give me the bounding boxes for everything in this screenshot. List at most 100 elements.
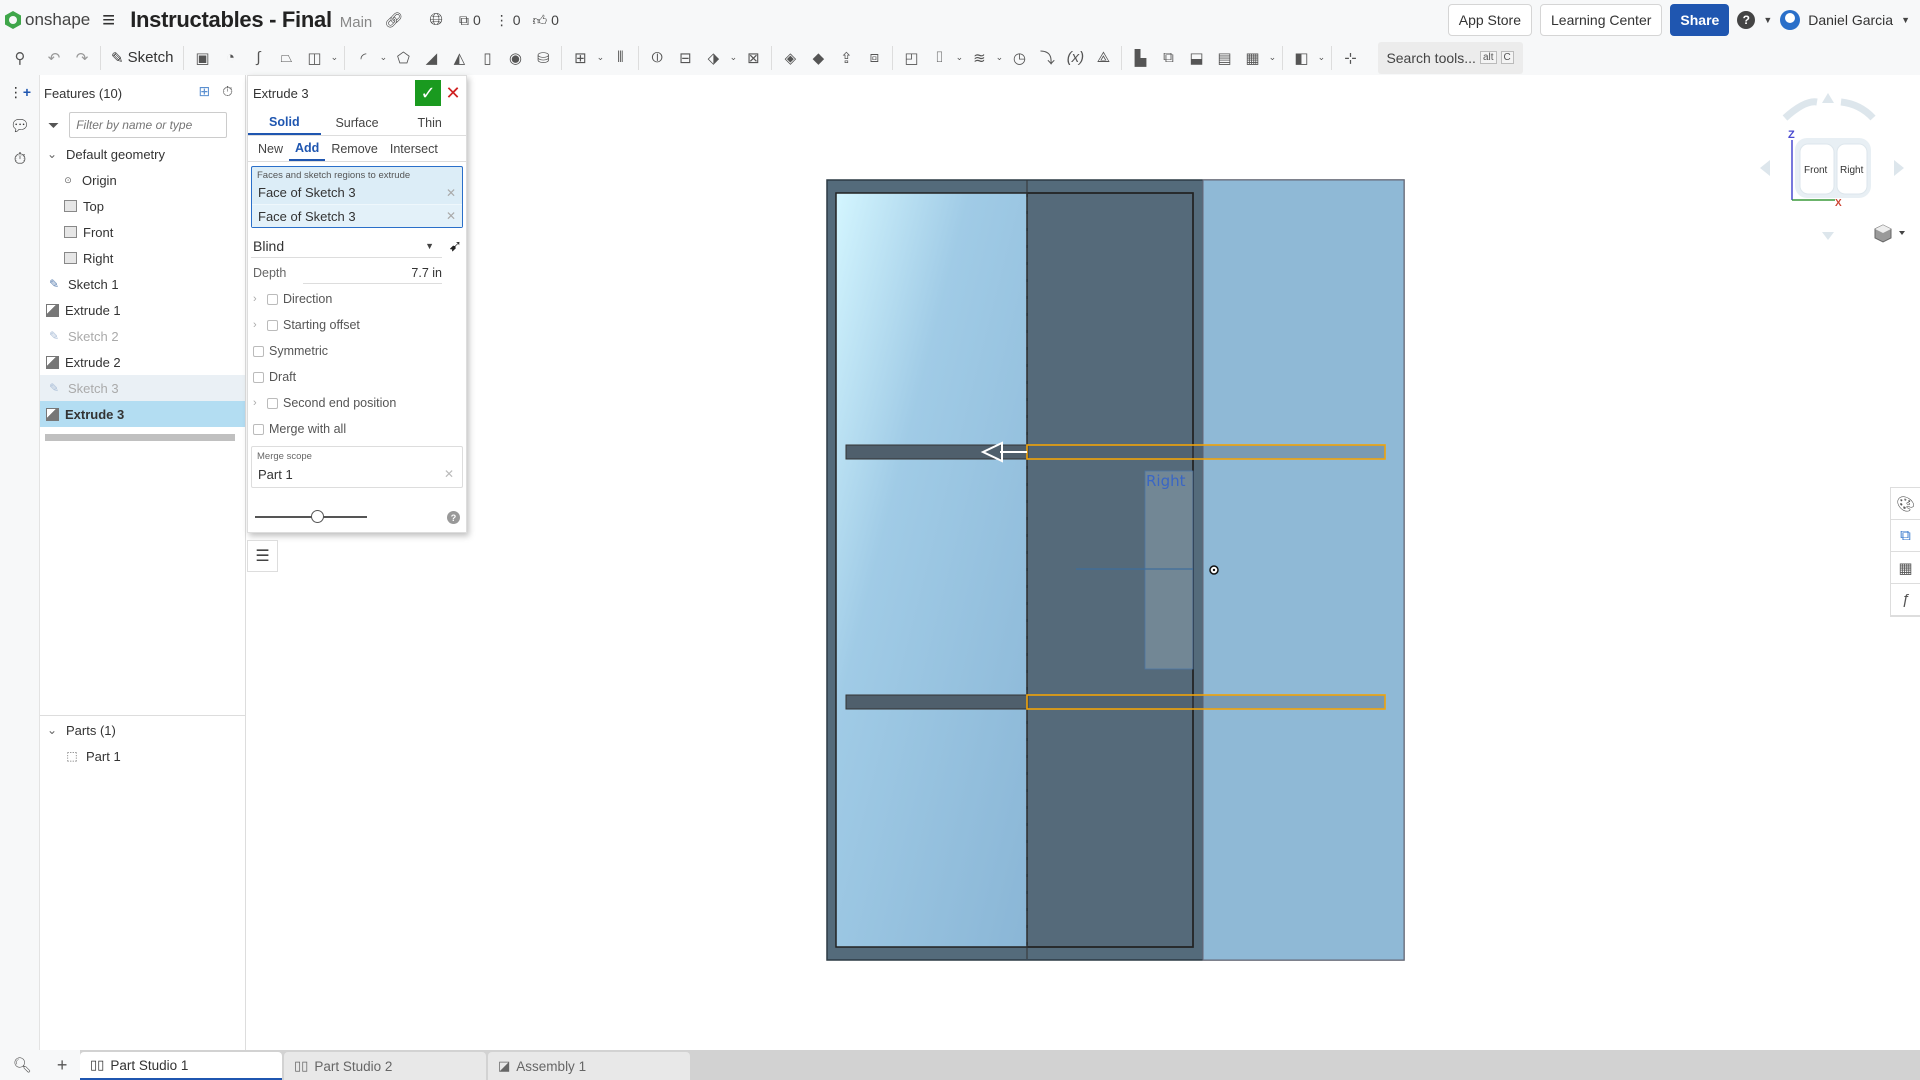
add-custom-feature-icon[interactable]: ⊹ <box>1336 44 1364 72</box>
option-direction[interactable]: › Direction <box>248 286 466 312</box>
dropdown-icon[interactable]: ⌄ <box>993 44 1005 72</box>
option-second-end[interactable]: › Second end position <box>248 390 466 416</box>
right-plane[interactable] <box>1144 470 1194 670</box>
split-icon[interactable]: ⊟ <box>671 44 699 72</box>
flange-icon[interactable]: ⬓ <box>1182 44 1210 72</box>
dropdown-icon[interactable]: ⌄ <box>328 44 340 72</box>
feature-list-icon[interactable]: ☰ <box>247 540 278 572</box>
mate-connector-icon[interactable]: ⌷ <box>925 44 953 72</box>
branches-button[interactable]: ⋮ 0 <box>495 12 521 29</box>
depth-field[interactable]: Depth 7.7 in <box>248 260 466 286</box>
symmetric-checkbox[interactable] <box>253 345 264 357</box>
performance-timer-icon[interactable]: ⏱︎ <box>0 143 40 177</box>
rotate-down-arrow-icon[interactable] <box>1822 232 1834 240</box>
tab-assembly-1[interactable]: ◪ Assembly 1 <box>488 1052 690 1080</box>
tree-item-origin[interactable]: ⊙ Origin <box>40 167 245 193</box>
help-icon[interactable]: ? <box>1737 11 1756 29</box>
new-folder-icon[interactable]: ⊞ <box>198 83 210 100</box>
tree-item-sketch-1[interactable]: ✎ Sketch 1 <box>40 271 245 297</box>
user-name[interactable]: Daniel Garcia <box>1808 12 1893 28</box>
link-icon[interactable]: 🔗︎ <box>384 11 403 29</box>
detail-slider[interactable] <box>255 510 367 523</box>
variable-icon[interactable]: (x) <box>1061 44 1089 72</box>
rotate-right-arc-icon[interactable] <box>1840 98 1876 121</box>
accept-button[interactable]: ✓ <box>415 80 441 106</box>
op-intersect[interactable]: Intersect <box>384 136 444 161</box>
versions-button[interactable]: ⧉ 0 <box>459 12 481 29</box>
stopwatch-icon[interactable]: ⏱︎ <box>222 83 233 100</box>
rotate-right-arrow-icon[interactable] <box>1894 160 1904 176</box>
tree-item-extrude-1[interactable]: Extrude 1 <box>40 297 245 323</box>
op-new[interactable]: New <box>252 136 289 161</box>
tab-icon[interactable]: ▤ <box>1210 44 1238 72</box>
tab-solid[interactable]: Solid <box>248 110 321 135</box>
transform-icon[interactable]: ⬗ <box>699 44 727 72</box>
chamfer-icon[interactable]: ⬠ <box>389 44 417 72</box>
selection-item[interactable]: Face of Sketch 3 ✕ <box>252 181 462 204</box>
bom-icon[interactable]: ⧉ <box>1891 520 1920 552</box>
remove-selection-icon[interactable]: ✕ <box>446 209 456 223</box>
variable-studio-icon[interactable]: ⟁ <box>1089 44 1117 72</box>
chevron-right-icon[interactable]: › <box>253 397 267 409</box>
app-store-button[interactable]: App Store <box>1447 4 1532 36</box>
revolve-icon[interactable]: ◔ <box>216 44 244 72</box>
selection-item[interactable]: Face of Sketch 3 ✕ <box>252 204 462 227</box>
op-add[interactable]: Add <box>289 136 326 161</box>
learning-center-button[interactable]: Learning Center <box>1540 4 1663 36</box>
tab-surface[interactable]: Surface <box>321 110 394 135</box>
insert-node-icon[interactable]: ⋮+ <box>0 75 40 109</box>
remove-selection-icon[interactable]: ✕ <box>446 186 456 200</box>
slider-handle[interactable] <box>310 510 324 523</box>
menu-icon[interactable]: ≡ <box>102 7 122 33</box>
thread-icon[interactable]: ⛁ <box>529 44 557 72</box>
delete-part-icon[interactable]: ⊠ <box>739 44 767 72</box>
dropdown-icon[interactable]: ⌄ <box>1315 44 1327 72</box>
loft-icon[interactable]: ⏢ <box>272 44 300 72</box>
undo-icon[interactable]: ↶ <box>40 44 68 72</box>
dropdown-icon[interactable]: ⌄ <box>953 44 965 72</box>
tab-search-icon[interactable]: 🔍︎ <box>13 1056 32 1074</box>
help-dropdown-icon[interactable]: ▼ <box>1763 15 1772 25</box>
rollback-bar[interactable] <box>45 434 235 441</box>
option-starting-offset[interactable]: › Starting offset <box>248 312 466 338</box>
thicken-icon[interactable]: ◫ <box>300 44 328 72</box>
branch-label[interactable]: Main <box>340 14 373 31</box>
view-options-dropdown-icon[interactable] <box>1899 231 1905 235</box>
merge-scope-field[interactable]: Merge scope Part 1 ✕ <box>251 446 463 488</box>
selected-region-top[interactable] <box>1026 444 1386 460</box>
tab-part-studio-2[interactable]: ▯▯ Part Studio 2 <box>284 1052 486 1080</box>
dialog-title[interactable]: Extrude 3 <box>253 86 309 101</box>
option-draft[interactable]: Draft <box>248 364 466 390</box>
extrude-bar-bottom[interactable] <box>845 694 1029 710</box>
comments-icon[interactable]: 💬︎ <box>0 109 40 143</box>
view-options-cube-icon[interactable] <box>1874 224 1892 243</box>
add-tab-icon[interactable]: + <box>57 1055 68 1076</box>
frame-icon[interactable]: ◧ <box>1287 44 1315 72</box>
tree-item-top-plane[interactable]: Top <box>40 193 245 219</box>
tree-item-front-plane[interactable]: Front <box>40 219 245 245</box>
chevron-right-icon[interactable]: › <box>253 319 267 331</box>
merge-all-checkbox[interactable] <box>253 423 264 435</box>
search-tools-input[interactable]: Search tools... alt C <box>1378 41 1524 74</box>
dropdown-icon[interactable]: ⌄ <box>727 44 739 72</box>
starting-offset-checkbox[interactable] <box>267 319 278 331</box>
parts-group[interactable]: ⌄ Parts (1) <box>40 717 246 743</box>
helix-icon[interactable]: ≋ <box>965 44 993 72</box>
option-merge-all[interactable]: Merge with all <box>248 416 466 442</box>
plane-icon[interactable]: ◰ <box>897 44 925 72</box>
tree-item-extrude-2[interactable]: Extrude 2 <box>40 349 245 375</box>
mirror-icon[interactable]: ⫴ <box>606 44 634 72</box>
appearance-icon[interactable]: 🎨︎ <box>1891 488 1920 520</box>
end-type-select[interactable]: Blind ▼ ➹ <box>248 232 466 260</box>
derived-icon[interactable]: ⤵ <box>1033 44 1061 72</box>
op-remove[interactable]: Remove <box>325 136 384 161</box>
chevron-down-icon[interactable]: ⌄ <box>44 147 60 161</box>
draft-icon[interactable]: ◢ <box>417 44 445 72</box>
dropdown-icon[interactable]: ⌄ <box>594 44 606 72</box>
part-glass-face[interactable] <box>836 193 1027 947</box>
rib-icon[interactable]: ◭ <box>445 44 473 72</box>
part-right-panel[interactable] <box>1202 179 1405 961</box>
boolean-icon[interactable]: ⦶ <box>643 44 671 72</box>
option-symmetric[interactable]: Symmetric <box>248 338 466 364</box>
document-title[interactable]: Instructables - Final <box>130 7 332 33</box>
